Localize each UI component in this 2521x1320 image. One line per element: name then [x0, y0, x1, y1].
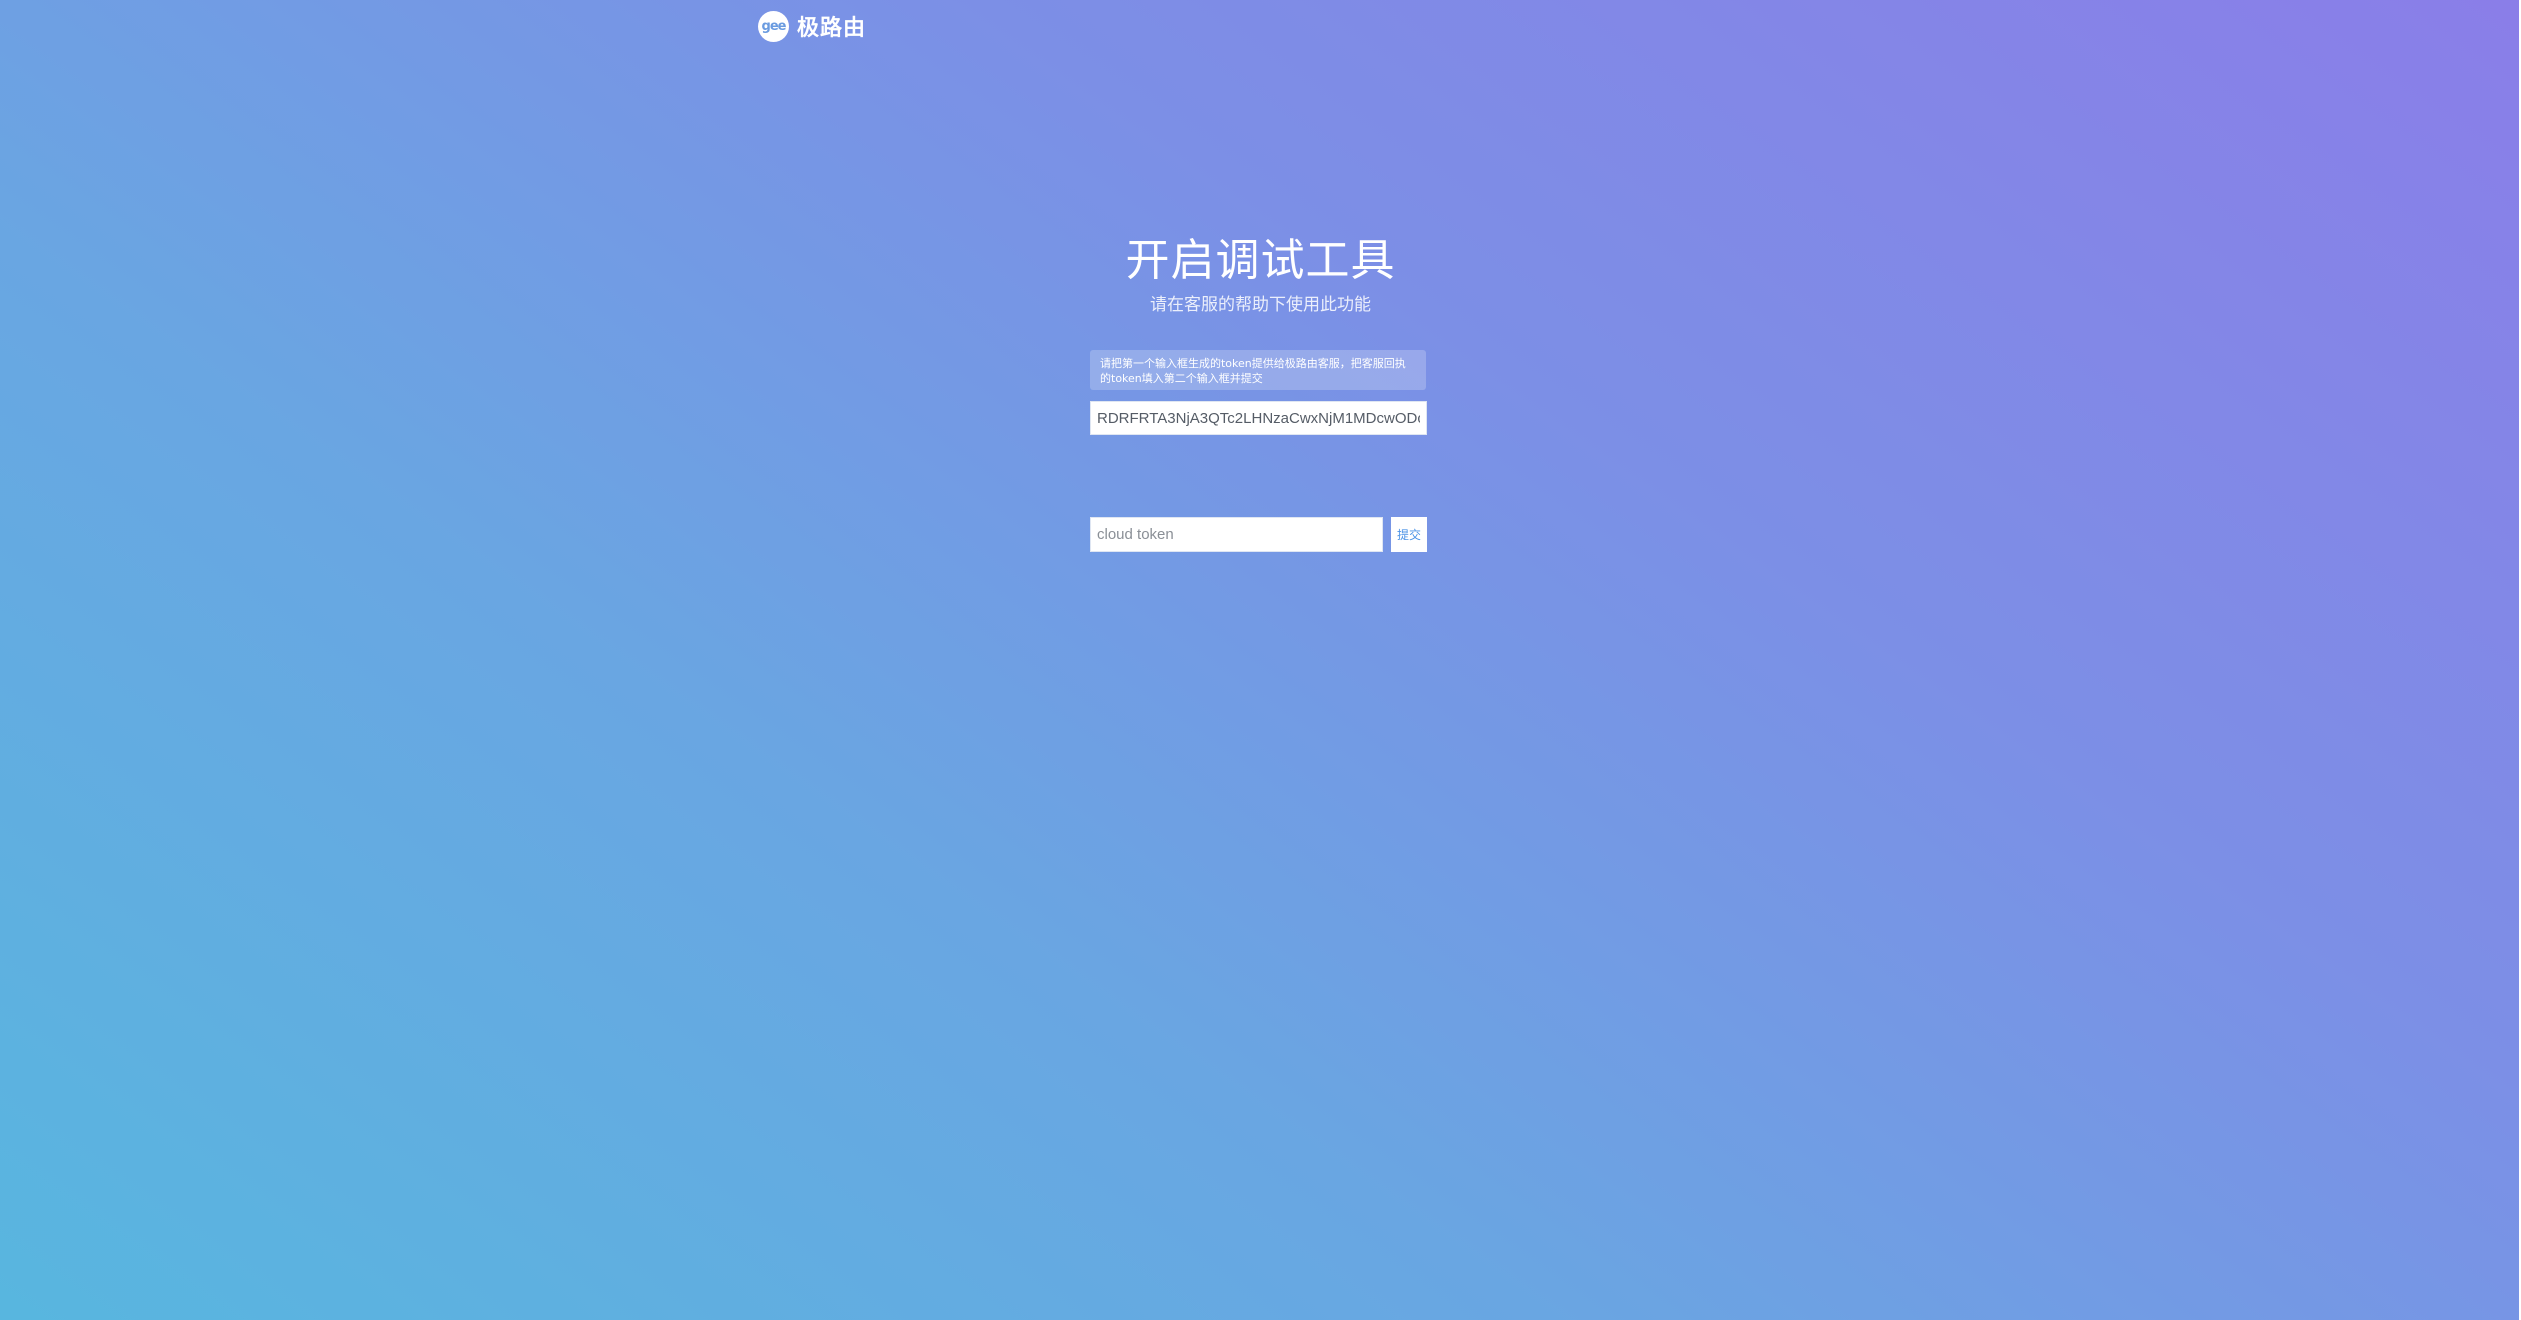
page-title: 开启调试工具 — [1125, 235, 1396, 286]
logo-text: 极路由 — [797, 16, 867, 41]
submit-button[interactable]: 提交 — [1391, 517, 1427, 552]
cloud-token-input[interactable] — [1090, 517, 1383, 552]
instruction-notice: 请把第一个输入框生成的token提供给极路由客服，把客服回执的token填入第二… — [1090, 350, 1426, 390]
generated-token-field[interactable] — [1090, 401, 1427, 435]
logo: gee 极路由 — [758, 10, 866, 42]
logo-badge-icon: gee — [758, 10, 789, 42]
page-subtitle: 请在客服的帮助下使用此功能 — [1150, 295, 1371, 315]
